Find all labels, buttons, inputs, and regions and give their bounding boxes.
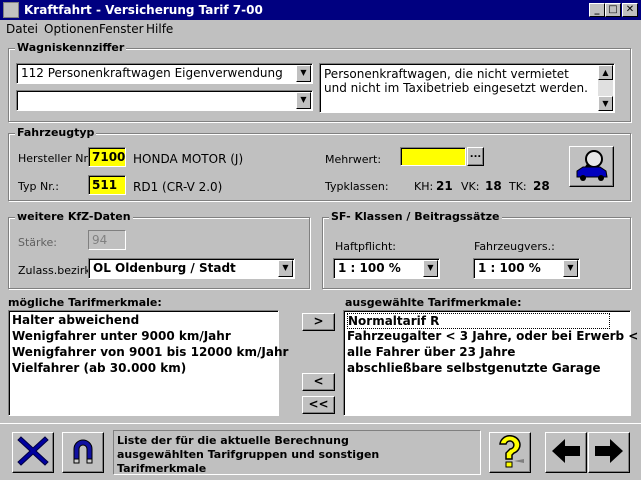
- vk-value: 18: [485, 179, 502, 193]
- staerke-value: 94: [92, 233, 108, 247]
- typ-nr-value: 511: [92, 178, 118, 192]
- list-item[interactable]: Normaltarif R: [347, 313, 611, 329]
- hersteller-nr-field[interactable]: 7100: [88, 147, 126, 167]
- staerke-field[interactable]: 94: [88, 230, 126, 250]
- arrow-left-icon: [552, 439, 580, 463]
- menu-hilfe[interactable]: Hilfe: [146, 22, 173, 36]
- help-icon: [499, 435, 524, 468]
- maximize-button[interactable]: □: [605, 3, 621, 17]
- remove-all-button[interactable]: <<: [302, 396, 335, 414]
- wagnis-combo[interactable]: 112 Personenkraftwagen Eigenverwendung ▼: [16, 63, 313, 84]
- wagnis-description-text: Personenkraftwagen, die nicht vermietet …: [324, 67, 588, 95]
- scrollbar[interactable]: ▲ ▼: [598, 65, 613, 111]
- typ-nr-field[interactable]: 511: [88, 175, 126, 195]
- list-item[interactable]: abschließbare selbstgenutzte Garage: [347, 361, 601, 375]
- prev-button[interactable]: [545, 432, 587, 473]
- ausgewaehlte-list[interactable]: Normaltarif R Fahrzeugalter < 3 Jahre, o…: [343, 310, 641, 416]
- arrow-right-icon: [595, 439, 623, 463]
- kh-value: 21: [436, 179, 453, 193]
- car-search-button[interactable]: [569, 146, 614, 187]
- mehrwert-ellipsis-button[interactable]: ...: [467, 147, 484, 166]
- ausgewaehlte-label: ausgewählte Tarifmerkmale:: [345, 296, 522, 309]
- chevron-down-icon[interactable]: ▼: [296, 92, 311, 109]
- fahrzeugvers-combo[interactable]: 1 : 100 % ▼: [473, 258, 580, 279]
- minimize-button[interactable]: _: [589, 3, 605, 17]
- zulass-label: Zulass.bezirk:: [18, 264, 95, 277]
- chevron-down-icon[interactable]: ▼: [423, 260, 438, 277]
- close-x-icon: [17, 436, 49, 466]
- staerke-label: Stärke:: [18, 236, 58, 249]
- mehrwert-field[interactable]: [400, 147, 466, 166]
- mehrwert-label: Mehrwert:: [325, 153, 382, 166]
- chevron-down-icon[interactable]: ▼: [563, 260, 578, 277]
- list-item[interactable]: Vielfahrer (ab 30.000 km): [12, 361, 186, 375]
- hersteller-label: Hersteller Nr.:: [18, 152, 95, 165]
- list-item[interactable]: Wenigfahrer von 9001 bis 12000 km/Jahr: [12, 345, 288, 359]
- list-item[interactable]: Halter abweichend: [12, 313, 139, 327]
- haftpflicht-label: Haftpflicht:: [335, 240, 397, 253]
- typklassen-label: Typklassen:: [325, 180, 389, 193]
- kh-label: KH:: [414, 180, 434, 193]
- typ-name: RD1 (CR-V 2.0): [133, 180, 223, 194]
- car-search-icon: [576, 150, 608, 181]
- menu-fenster[interactable]: Fenster: [99, 22, 144, 36]
- exit-button[interactable]: [12, 432, 54, 473]
- tk-value: 28: [533, 179, 550, 193]
- remove-button[interactable]: <: [302, 373, 335, 391]
- status-panel: Liste der für die aktuelle Berechnung au…: [113, 430, 481, 475]
- wagnis-combo-value: 112 Personenkraftwagen Eigenverwendung: [21, 66, 283, 80]
- app-icon[interactable]: [3, 2, 19, 18]
- kfz-legend: weitere KfZ-Daten: [15, 210, 133, 223]
- list-item[interactable]: alle Fahrer über 23 Jahre: [347, 345, 515, 359]
- zulass-combo[interactable]: OL Oldenburg / Stadt ▼: [88, 258, 295, 279]
- magnet-button[interactable]: [62, 432, 104, 473]
- fahrzeugtyp-legend: Fahrzeugtyp: [15, 126, 97, 139]
- menu-bar: Datei Optionen Fenster Hilfe: [0, 20, 641, 38]
- fahrzeugvers-combo-value: 1 : 100 %: [478, 261, 541, 275]
- chevron-down-icon[interactable]: ▼: [296, 65, 311, 82]
- vk-label: VK:: [461, 180, 480, 193]
- window-title: Kraftfahrt - Versicherung Tarif 7-00: [24, 3, 263, 17]
- chevron-down-icon[interactable]: ▼: [278, 260, 293, 277]
- hersteller-name: HONDA MOTOR (J): [133, 152, 244, 166]
- magnet-icon: [73, 439, 93, 464]
- hersteller-nr-value: 7100: [92, 150, 126, 164]
- menu-optionen[interactable]: Optionen: [44, 22, 99, 36]
- list-item[interactable]: Fahrzeugalter < 3 Jahre, oder bei Erwerb…: [347, 329, 641, 343]
- menu-datei[interactable]: Datei: [6, 22, 38, 36]
- sf-legend: SF- Klassen / Beitragssätze: [329, 210, 502, 223]
- next-button[interactable]: [588, 432, 630, 473]
- scroll-down-icon[interactable]: ▼: [598, 96, 613, 111]
- haftpflicht-combo-value: 1 : 100 %: [338, 261, 401, 275]
- status-text: Liste der für die aktuelle Berechnung au…: [117, 434, 380, 475]
- typ-label: Typ Nr.:: [18, 180, 59, 193]
- wagnis-combo-2[interactable]: ▼: [16, 90, 313, 111]
- tk-label: TK:: [509, 180, 527, 193]
- scroll-up-icon[interactable]: ▲: [598, 65, 613, 80]
- help-button[interactable]: [489, 432, 531, 473]
- zulass-combo-value: OL Oldenburg / Stadt: [93, 261, 236, 275]
- title-bar: Kraftfahrt - Versicherung Tarif 7-00 _ □…: [0, 0, 641, 20]
- add-button[interactable]: >: [302, 313, 335, 331]
- moegliche-label: mögliche Tarifmerkmale:: [8, 296, 162, 309]
- fahrzeugvers-label: Fahrzeugvers.:: [474, 240, 555, 253]
- haftpflicht-combo[interactable]: 1 : 100 % ▼: [333, 258, 440, 279]
- wagnis-description[interactable]: Personenkraftwagen, die nicht vermietet …: [319, 63, 615, 113]
- wagnis-legend: Wagniskennziffer: [15, 41, 127, 54]
- close-button[interactable]: ✕: [622, 3, 638, 17]
- list-item[interactable]: Wenigfahrer unter 9000 km/Jahr: [12, 329, 231, 343]
- moegliche-list[interactable]: Halter abweichend Wenigfahrer unter 9000…: [8, 310, 288, 416]
